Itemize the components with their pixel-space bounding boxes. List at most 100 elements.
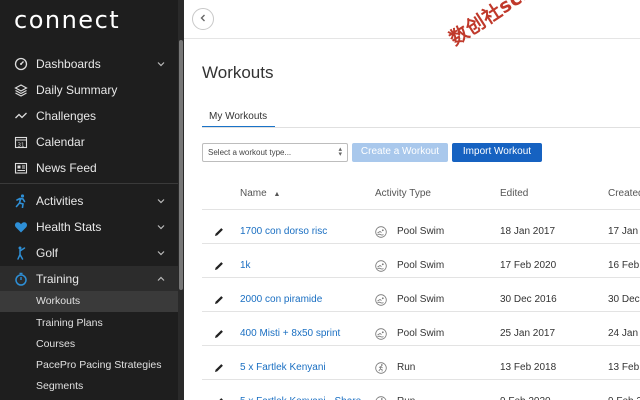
sidebar-subitem-pacepro[interactable]: PacePro Pacing Strategies (0, 355, 178, 376)
chevron-down-icon (156, 221, 166, 231)
sidebar-item-challenges[interactable]: Challenges (0, 103, 178, 129)
back-button[interactable] (192, 8, 214, 30)
activity-type-label: Pool Swim (397, 226, 445, 237)
speedometer-icon (13, 56, 29, 72)
row-divider (202, 345, 640, 346)
table-header-divider (202, 209, 640, 210)
tab-my-workouts[interactable]: My Workouts (202, 108, 276, 128)
activity-type-label: Run (397, 362, 416, 373)
tab-divider (202, 127, 640, 128)
created-date: 17 Jan 2017 (608, 226, 640, 237)
sidebar-subitem-label: Segments (36, 380, 84, 392)
sidebar-item-label: Training (36, 272, 79, 286)
swimmer-icon (375, 259, 387, 272)
header-divider (184, 38, 640, 39)
edited-date: 18 Jan 2017 (500, 226, 556, 237)
sidebar-item-label: News Feed (36, 161, 97, 175)
column-header-created[interactable]: Created (608, 188, 640, 199)
row-divider (202, 311, 640, 312)
sidebar-subitem-label: Training Plans (36, 317, 103, 329)
workout-name-link[interactable]: 400 Misti + 8x50 sprint (240, 328, 340, 339)
workout-name-link[interactable]: 5 x Fartlek Kenyani - Share... (240, 396, 370, 400)
golfer-icon (13, 245, 29, 261)
column-header-activity-type[interactable]: Activity Type (375, 188, 431, 199)
edit-pencil-icon[interactable] (213, 395, 225, 400)
runner-icon (375, 361, 387, 374)
news-icon (13, 160, 29, 176)
row-divider (202, 277, 640, 278)
created-date: 30 Dec 2016 (608, 294, 640, 305)
sidebar-item-label: Daily Summary (36, 83, 118, 97)
page-title: Workouts (202, 63, 274, 82)
sidebar-scroll-thumb[interactable] (179, 40, 183, 290)
column-header-label: Name (240, 188, 267, 199)
swimmer-icon (375, 293, 387, 306)
challenge-icon (13, 108, 29, 124)
sidebar-item-daily-summary[interactable]: Daily Summary (0, 77, 178, 103)
edit-pencil-icon[interactable] (213, 361, 225, 373)
sidebar-item-label: Dashboards (36, 57, 101, 71)
create-workout-button[interactable]: Create a Workout (352, 143, 448, 162)
sidebar-item-activities[interactable]: Activities (0, 188, 178, 214)
swimmer-icon (375, 225, 387, 238)
activity-type-label: Run (397, 396, 415, 400)
activity-type-label: Pool Swim (397, 260, 445, 271)
workout-name-link[interactable]: 1700 con dorso risc (240, 226, 327, 237)
sort-ascending-icon: ▲ (273, 191, 281, 198)
sidebar-item-news-feed[interactable]: News Feed (0, 155, 178, 181)
main-content: Workouts 数创社scs66 My Workouts Select a w… (184, 0, 640, 400)
column-header-name[interactable]: Name ▲ (240, 188, 280, 199)
sidebar: connect Dashboards Daily Summary Challen… (0, 0, 184, 400)
runner-icon (375, 395, 387, 400)
sidebar-item-dashboards[interactable]: Dashboards (0, 51, 178, 77)
sidebar-item-label: Calendar (36, 135, 85, 149)
edit-pencil-icon[interactable] (213, 225, 225, 237)
sidebar-item-label: Health Stats (36, 220, 102, 234)
sidebar-subitem-training-plans[interactable]: Training Plans (0, 313, 178, 334)
sidebar-item-training[interactable]: Training (0, 266, 178, 292)
created-date: 24 Jan 2017 (608, 328, 640, 339)
import-workout-button[interactable]: Import Workout (452, 143, 542, 162)
sidebar-item-label: Challenges (36, 109, 97, 123)
workout-name-link[interactable]: 2000 con piramide (240, 294, 322, 305)
chevron-left-icon (198, 10, 208, 28)
sidebar-subitem-label: Courses (36, 338, 76, 350)
workout-type-select-value: Select a workout type... (208, 148, 292, 157)
row-divider (202, 243, 640, 244)
stopwatch-icon (13, 271, 29, 287)
swimmer-icon (375, 327, 387, 340)
sidebar-subitem-segments[interactable]: Segments (0, 376, 178, 397)
sidebar-subitem-workouts[interactable]: Workouts (0, 291, 178, 312)
edited-date: 30 Dec 2016 (500, 294, 557, 305)
edit-pencil-icon[interactable] (213, 259, 225, 271)
running-person-icon (13, 193, 29, 209)
heart-icon (13, 219, 29, 235)
created-date: 16 Feb 2020 (608, 260, 640, 271)
chevron-down-icon (156, 58, 166, 68)
select-arrows-icon: ▴ ▾ (338, 146, 342, 158)
sidebar-item-golf[interactable]: Golf (0, 240, 178, 266)
chevron-down-icon (156, 247, 166, 257)
sidebar-item-label: Golf (36, 246, 59, 260)
connect-logo[interactable]: connect (14, 6, 120, 34)
sidebar-subitem-label: PacePro Pacing Strategies (36, 359, 162, 371)
edit-pencil-icon[interactable] (213, 327, 225, 339)
sidebar-item-label: Activities (36, 194, 84, 208)
sidebar-item-calendar[interactable]: 31 Calendar (0, 129, 178, 155)
watermark: 数创社scs66 (445, 0, 560, 51)
sidebar-subitem-courses[interactable]: Courses (0, 334, 178, 355)
edited-date: 25 Jan 2017 (500, 328, 556, 339)
edit-pencil-icon[interactable] (213, 293, 225, 305)
workout-name-link[interactable]: 5 x Fartlek Kenyani (240, 362, 326, 373)
sidebar-divider (0, 183, 178, 184)
workout-name-link[interactable]: 1k (240, 260, 251, 271)
activity-type-label: Pool Swim (397, 294, 445, 305)
column-header-edited[interactable]: Edited (500, 188, 528, 199)
created-date: 13 Feb 2018 (608, 362, 640, 373)
sidebar-item-health-stats[interactable]: Health Stats (0, 214, 178, 240)
row-divider (202, 379, 640, 380)
activity-type-label: Pool Swim (397, 328, 445, 339)
layers-icon (13, 82, 29, 98)
workout-type-select[interactable]: Select a workout type... ▴ ▾ (202, 143, 348, 162)
edited-date: 17 Feb 2020 (500, 260, 557, 271)
